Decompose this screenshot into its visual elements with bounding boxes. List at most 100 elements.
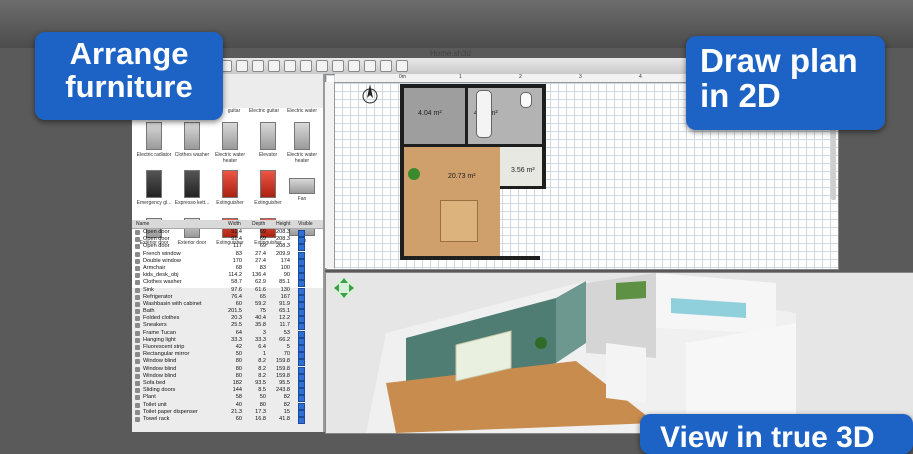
furniture-depth: 1 [262, 351, 266, 358]
furniture-icon [135, 416, 140, 422]
furniture-height: 53 [283, 329, 290, 336]
catalog-item[interactable]: Electric water [282, 108, 322, 118]
furniture-height: 208.3 [276, 243, 290, 250]
furniture-icon [135, 330, 140, 336]
wall[interactable] [400, 84, 546, 88]
table-row[interactable]: Folded clothes 20.3 40.4 12.2 [132, 315, 323, 324]
furniture-height: 208.3 [276, 236, 290, 243]
table-row[interactable]: Sink 97.6 61.6 130 [132, 287, 323, 295]
catalog-item[interactable]: Extinguisher [210, 170, 250, 210]
table-row[interactable]: Frame Tucan 64 3 53 [132, 329, 323, 338]
furniture-name: Plant [143, 394, 156, 401]
table-row[interactable]: Bath 201.5 75 65.1 [132, 308, 323, 317]
wall[interactable] [400, 84, 404, 259]
table-row[interactable]: Refrigerator 76.4 65 167 [132, 294, 323, 302]
table-row[interactable]: Open door 91.4 69 208.3 [132, 236, 323, 245]
column-visible-header[interactable]: Visible [298, 221, 313, 227]
bed-icon[interactable] [440, 200, 478, 242]
table-row[interactable]: Rectangular mirror 50 1 70 [132, 351, 323, 360]
furniture-depth: 80 [259, 401, 266, 408]
table-row[interactable]: Toilet paper dispenser 21.3 17.3 15 [132, 408, 323, 417]
furniture-width: 68 [235, 264, 242, 271]
table-row[interactable]: Armchair 68 83 100 [132, 264, 323, 273]
zoom-out-icon[interactable] [364, 60, 376, 72]
plant-icon[interactable] [408, 168, 420, 180]
table-row[interactable]: Fluorescent strip 42 6.4 5 [132, 344, 323, 352]
furniture-width: 64 [235, 329, 242, 336]
table-row[interactable]: French window 83 27.4 209.9 [132, 250, 323, 259]
elevator-icon [260, 122, 276, 150]
callout-arrange-furniture: Arrange furniture [35, 32, 223, 120]
column-depth-header[interactable]: Depth [252, 221, 265, 227]
extinguisher-icon [222, 170, 238, 198]
column-width-header[interactable]: Width [228, 221, 241, 227]
furniture-depth: 17.3 [255, 408, 266, 415]
visible-checkbox[interactable] [298, 416, 305, 424]
table-row[interactable]: Window blind 80 8.2 159.8 [132, 373, 323, 381]
catalog-item[interactable]: Electric water heater [282, 122, 322, 164]
toilet-icon[interactable] [520, 92, 532, 108]
room-small[interactable] [500, 146, 543, 186]
furniture-icon [135, 287, 140, 293]
ruler-label: 1 [459, 74, 462, 80]
furniture-height: 243.8 [276, 387, 290, 394]
wall[interactable] [400, 256, 540, 260]
photo-icon[interactable] [380, 60, 392, 72]
add-text-icon[interactable] [332, 60, 344, 72]
table-row[interactable]: kids_desk_obj 114.2 136.4 90 [132, 272, 323, 281]
table-row[interactable]: Sliding doors 144 8.5 243.8 [132, 387, 323, 396]
navigation-arrows-icon[interactable] [333, 277, 355, 299]
table-row[interactable]: Window blind 80 8.2 159.8 [132, 358, 323, 367]
catalog-item[interactable]: Clothes washer [172, 122, 212, 162]
table-row[interactable]: Sofa bed 182 93.5 95.5 [132, 380, 323, 388]
table-row[interactable]: Hanging light 33.3 33.3 66.2 [132, 336, 323, 345]
furniture-height: 65.1 [279, 308, 290, 315]
table-row[interactable]: Open door 117 69 208.3 [132, 243, 323, 252]
create-rooms-icon[interactable] [300, 60, 312, 72]
bathtub-icon[interactable] [476, 90, 492, 138]
table-row[interactable]: Window blind 80 8.2 159.8 [132, 366, 323, 374]
furniture-name: Double window [143, 257, 181, 264]
furniture-height: 70 [283, 351, 290, 358]
column-name-header[interactable]: Name [136, 221, 149, 227]
create-dimensions-icon[interactable] [316, 60, 328, 72]
select-mode-icon[interactable] [252, 60, 264, 72]
furniture-name: French window [143, 250, 181, 257]
add-furniture-icon[interactable] [236, 60, 248, 72]
wall[interactable] [542, 84, 546, 189]
zoom-in-icon[interactable] [348, 60, 360, 72]
furniture-depth: 33.3 [255, 336, 266, 343]
catalog-item[interactable]: Fan [282, 170, 322, 210]
furniture-icon [135, 265, 140, 271]
furniture-icon [135, 251, 140, 257]
furniture-width: 58.7 [231, 279, 242, 286]
wall[interactable] [403, 144, 543, 147]
table-row[interactable]: Plant 58 50 82 [132, 394, 323, 403]
table-row[interactable]: Double window 170 27.4 174 [132, 257, 323, 266]
catalog-item[interactable]: Electric radiator [134, 122, 174, 162]
table-row[interactable]: Towel rack 60 16.8 41.8 [132, 415, 323, 424]
catalog-item[interactable]: Electric water heater [210, 122, 250, 164]
furniture-name: Fluorescent strip [143, 344, 185, 350]
furniture-height: 41.8 [279, 415, 290, 422]
compass-icon[interactable] [362, 82, 378, 106]
furniture-name: Toilet paper dispenser [143, 408, 198, 415]
table-row[interactable]: Washbasin with cabinet 60 59.2 91.9 [132, 301, 323, 309]
3d-view[interactable] [325, 272, 913, 434]
table-row[interactable]: Toilet unit 40 80 82 [132, 401, 323, 410]
create-walls-icon[interactable] [284, 60, 296, 72]
video-icon[interactable] [396, 60, 408, 72]
furniture-icon [135, 352, 140, 358]
catalog-item[interactable]: Espresso kett... [172, 170, 212, 210]
wall[interactable] [500, 186, 546, 189]
catalog-item[interactable]: Emergency gl... [134, 170, 174, 210]
table-row[interactable]: Clothes washer 58.7 62.9 85.1 [132, 279, 323, 288]
wall[interactable] [465, 86, 468, 146]
catalog-item[interactable]: Electric guitar [244, 108, 284, 118]
table-row[interactable]: Open door 91.4 69 208.3 [132, 229, 323, 237]
furniture-name: Bath [143, 308, 155, 315]
furniture-width: 117 [233, 243, 242, 250]
table-row[interactable]: Sneakers 25.5 35.8 11.7 [132, 322, 323, 331]
column-height-header[interactable]: Height [276, 221, 290, 227]
pan-mode-icon[interactable] [268, 60, 280, 72]
